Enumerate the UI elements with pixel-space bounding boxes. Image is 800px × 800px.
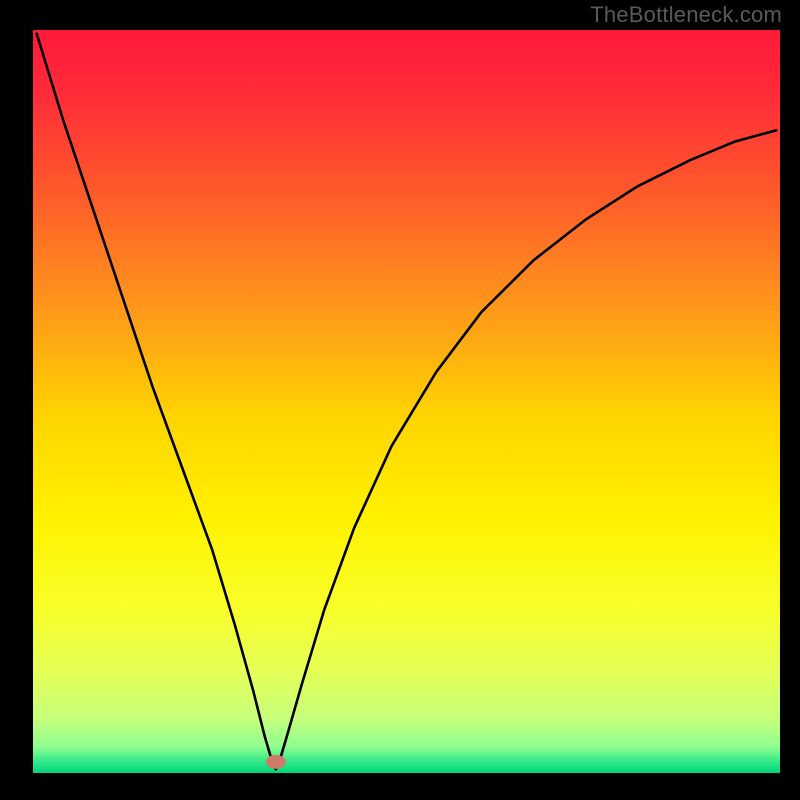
minimum-marker [266, 755, 286, 769]
bottleneck-chart [0, 0, 800, 800]
watermark-text: TheBottleneck.com [590, 2, 782, 28]
plot-background [33, 30, 780, 773]
chart-frame: { "watermark": "TheBottleneck.com", "cha… [0, 0, 800, 800]
